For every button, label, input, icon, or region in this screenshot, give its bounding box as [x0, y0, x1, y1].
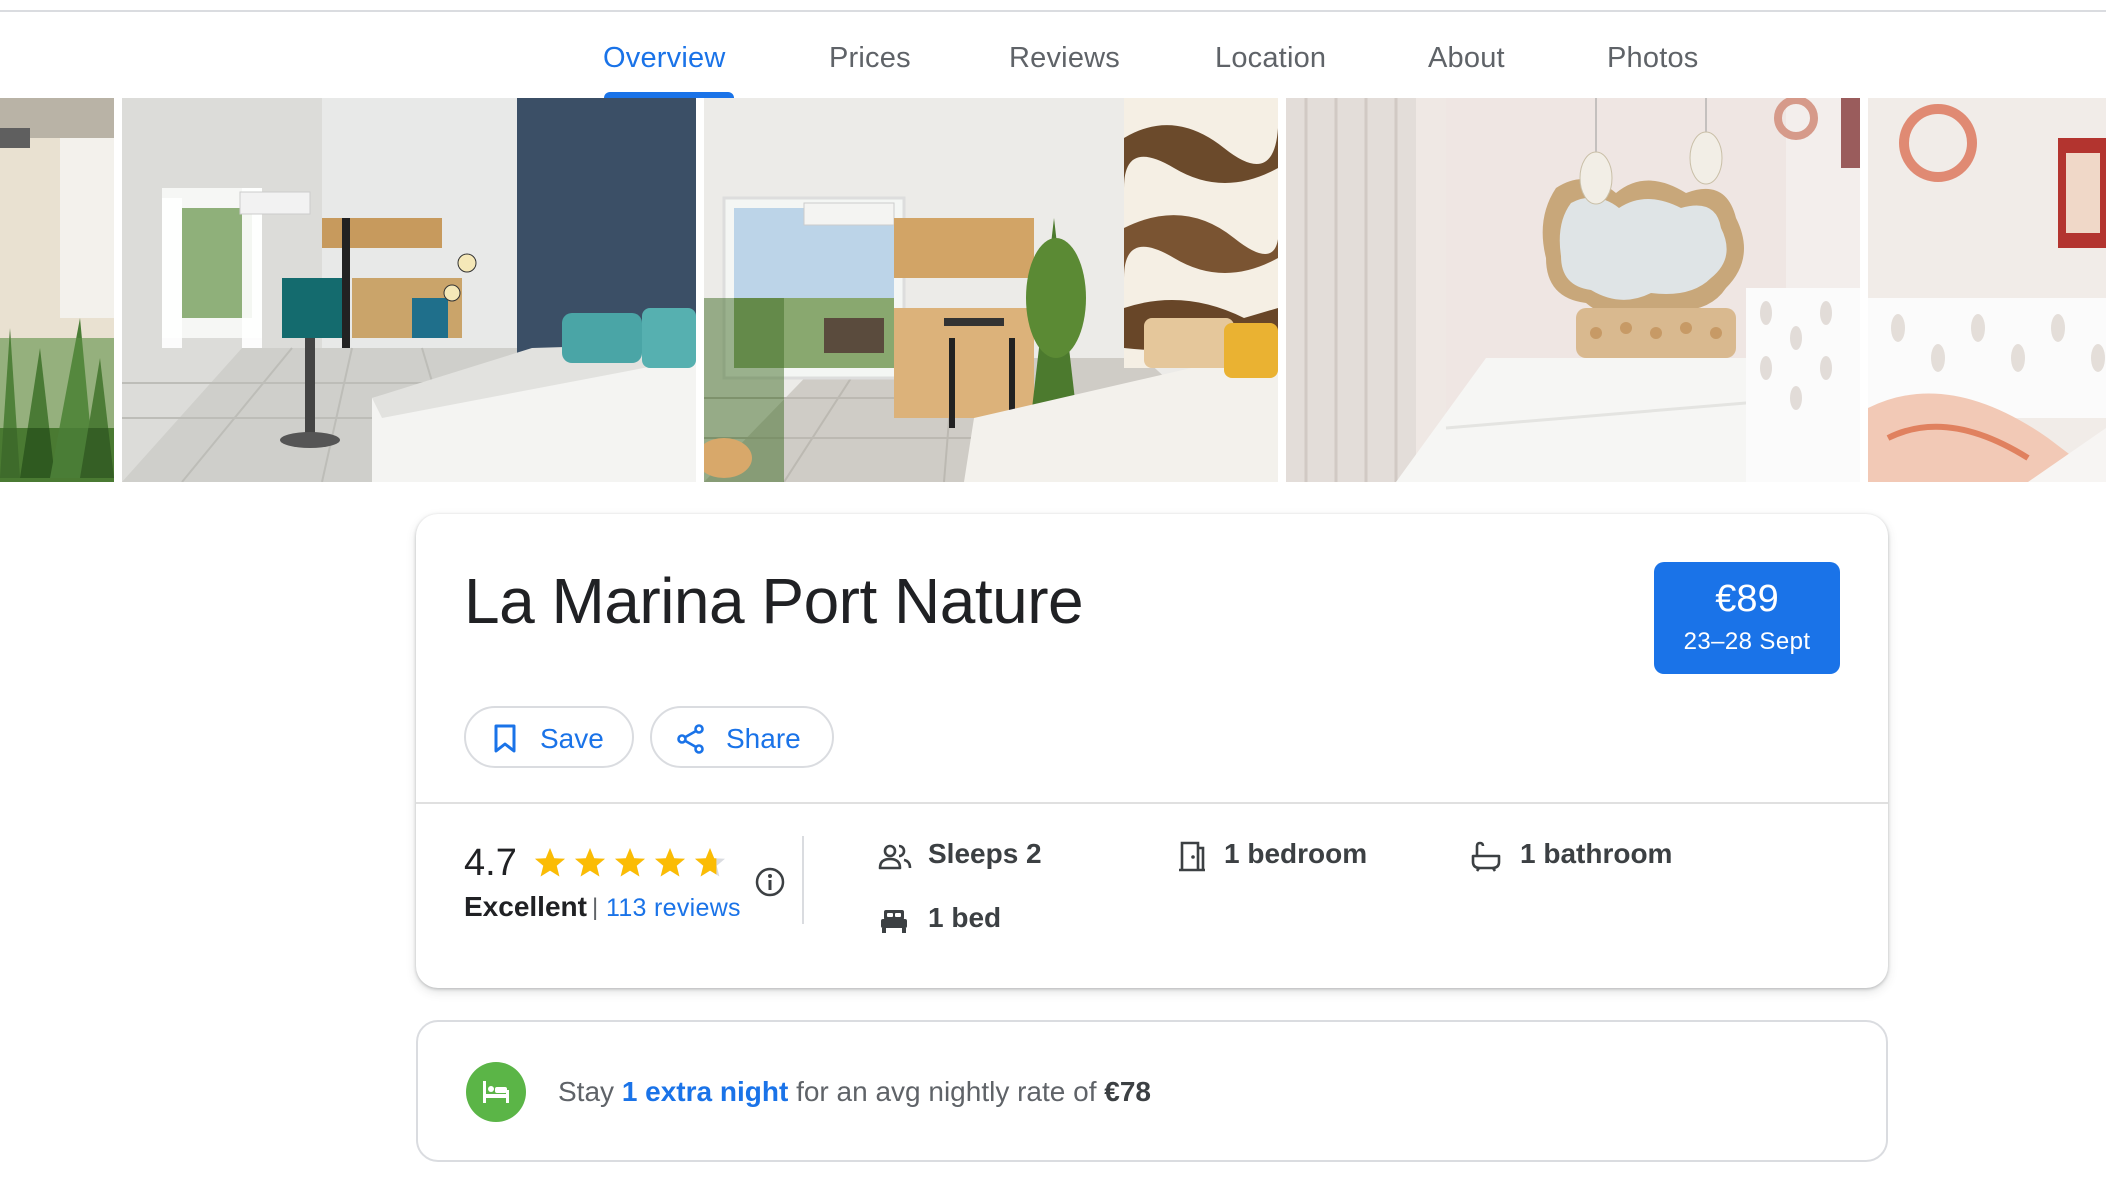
section-tabs: Overview Prices Reviews Location About P…: [0, 12, 2106, 98]
extra-night-card: Stay 1 extra night for an avg nightly ra…: [416, 1020, 1888, 1162]
reviews-link[interactable]: 113 reviews: [606, 894, 741, 923]
promo-icon-badge: [466, 1062, 526, 1122]
rating-label: Excellent: [464, 891, 587, 922]
rating-divider: [802, 836, 804, 924]
feature-sleeps: Sleeps 2: [928, 838, 1042, 869]
star-filled: [535, 848, 565, 877]
bed-icon: [881, 910, 907, 933]
info-icon[interactable]: [754, 866, 786, 898]
card-divider: [416, 802, 1888, 804]
promo-prefix: Stay: [558, 1076, 622, 1107]
rating-score: 4.7: [464, 842, 517, 884]
extra-night-link[interactable]: 1 extra night: [622, 1076, 788, 1107]
save-button[interactable]: Save: [464, 706, 634, 768]
gallery-photo-kitchen[interactable]: [704, 98, 1278, 482]
price-dates: 23–28 Sept: [1683, 628, 1811, 655]
tab-prices[interactable]: Prices: [829, 42, 911, 75]
share-icon: [677, 724, 704, 754]
price-amount: €89: [1715, 578, 1779, 620]
gallery-photo-bedroom[interactable]: [1286, 98, 1860, 482]
promo-middle: for an avg nightly rate of: [788, 1076, 1105, 1107]
tab-location[interactable]: Location: [1215, 42, 1326, 75]
bookmark-icon: [494, 724, 516, 753]
people-icon: [878, 844, 912, 870]
gallery-photo-living-room[interactable]: [122, 98, 696, 482]
promo-rate: €78: [1104, 1076, 1151, 1107]
feature-bathrooms: 1 bathroom: [1520, 838, 1673, 869]
rating-separator: |: [592, 894, 599, 921]
tab-reviews[interactable]: Reviews: [1009, 42, 1120, 75]
photo-gallery: [0, 98, 2106, 482]
tab-about[interactable]: About: [1428, 42, 1505, 75]
listing-card: La Marina Port Nature €89 23–28 Sept Sav…: [416, 514, 1888, 988]
star-rating: [535, 848, 725, 877]
tab-photos[interactable]: Photos: [1607, 42, 1699, 75]
door-icon: [1179, 841, 1205, 872]
price-button[interactable]: €89 23–28 Sept: [1654, 562, 1840, 674]
listing-title: La Marina Port Nature: [464, 565, 1084, 637]
bathtub-icon: [1471, 841, 1501, 872]
save-label: Save: [540, 723, 604, 754]
share-label: Share: [726, 723, 801, 754]
gallery-photo-exterior[interactable]: [0, 98, 114, 482]
star-filled: [575, 848, 605, 877]
extra-night-message: Stay 1 extra night for an avg nightly ra…: [558, 1076, 1151, 1108]
star-filled: [655, 848, 685, 877]
share-button[interactable]: Share: [650, 706, 834, 768]
tab-overview[interactable]: Overview: [603, 42, 725, 75]
feature-bedrooms: 1 bedroom: [1224, 838, 1368, 869]
hotel-bed-icon: [483, 1081, 509, 1103]
feature-beds: 1 bed: [928, 902, 1002, 933]
gallery-photo-bedroom-detail[interactable]: [1868, 98, 2106, 482]
star-filled: [615, 848, 645, 877]
